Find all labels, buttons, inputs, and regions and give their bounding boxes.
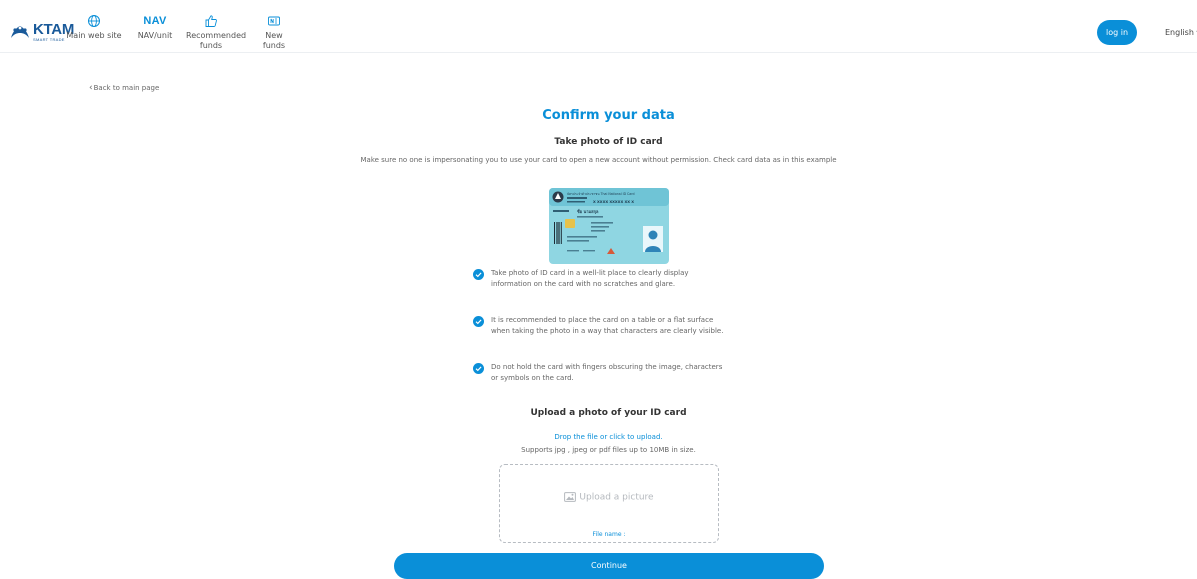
upload-dropzone[interactable]: Upload a picture File name : [499,464,719,543]
nav-label: NAV/unit [137,31,173,40]
chevron-left-icon: ‹ [89,83,93,93]
file-support-note: Supports jpg , jpeg or pdf files up to 1… [521,446,696,454]
tip-text: Do not hold the card with fingers obscur… [491,363,723,382]
continue-button[interactable]: Continue [394,553,824,579]
nav-glyph: NAV [143,15,167,27]
back-to-main-link[interactable]: ‹Back to main page [89,83,159,93]
page-title: Confirm your data [542,108,675,123]
top-nav-bar: KTAM SMART TRADE Main web site NAV NAV/u… [0,0,1197,53]
tip-text: It is recommended to place the card on a… [491,316,724,335]
nav-recommended-funds[interactable]: Recommended funds [186,14,247,51]
upload-placeholder-text: Upload a picture [579,492,654,503]
continue-label: Continue [591,560,627,570]
new-badge-icon [256,14,292,30]
nav-new-funds[interactable]: New funds [256,14,292,51]
login-button[interactable]: log in [1097,20,1137,45]
id-card-header: บัตรประจำตัวประชาชน Thai National ID Car… [567,192,635,196]
check-circle-icon [473,269,484,280]
tip-item: Do not hold the card with fingers obscur… [473,362,731,384]
id-card-example-image: บัตรประจำตัวประชาชน Thai National ID Car… [549,188,669,264]
nav-main-web-site[interactable]: Main web site [62,14,126,41]
tip-item: Take photo of ID card in a well-lit plac… [473,268,731,290]
section-title-take-photo: Take photo of ID card [554,137,663,147]
check-circle-icon [473,363,484,374]
globe-icon [62,14,126,30]
upload-section-title: Upload a photo of your ID card [530,408,687,418]
nav-label: Recommended funds [186,31,247,50]
check-circle-icon [473,316,484,327]
thumbs-up-icon [186,14,236,30]
id-card-number: X XXXX XXXXX XX X [593,200,634,204]
drop-file-link[interactable]: Drop the file or click to upload. [0,433,1197,441]
file-name-label: File name : [592,531,626,538]
ktam-emblem-icon [11,26,29,38]
nav-nav-unit[interactable]: NAV NAV/unit [132,14,178,41]
tip-item: It is recommended to place the card on a… [473,315,731,337]
nav-label: New funds [262,31,286,50]
image-upload-icon [564,492,577,502]
language-selector[interactable]: English ▾ [1165,28,1197,37]
instructions-description: Make sure no one is impersonating you to… [360,156,837,164]
back-link-label: Back to main page [93,84,160,92]
language-label: English [1165,28,1194,37]
nav-label: Main web site [66,31,122,40]
tip-text: Take photo of ID card in a well-lit plac… [491,269,689,288]
upload-placeholder: Upload a picture [500,492,718,503]
id-card-name: ชื่อ นามสกุล [577,208,599,215]
